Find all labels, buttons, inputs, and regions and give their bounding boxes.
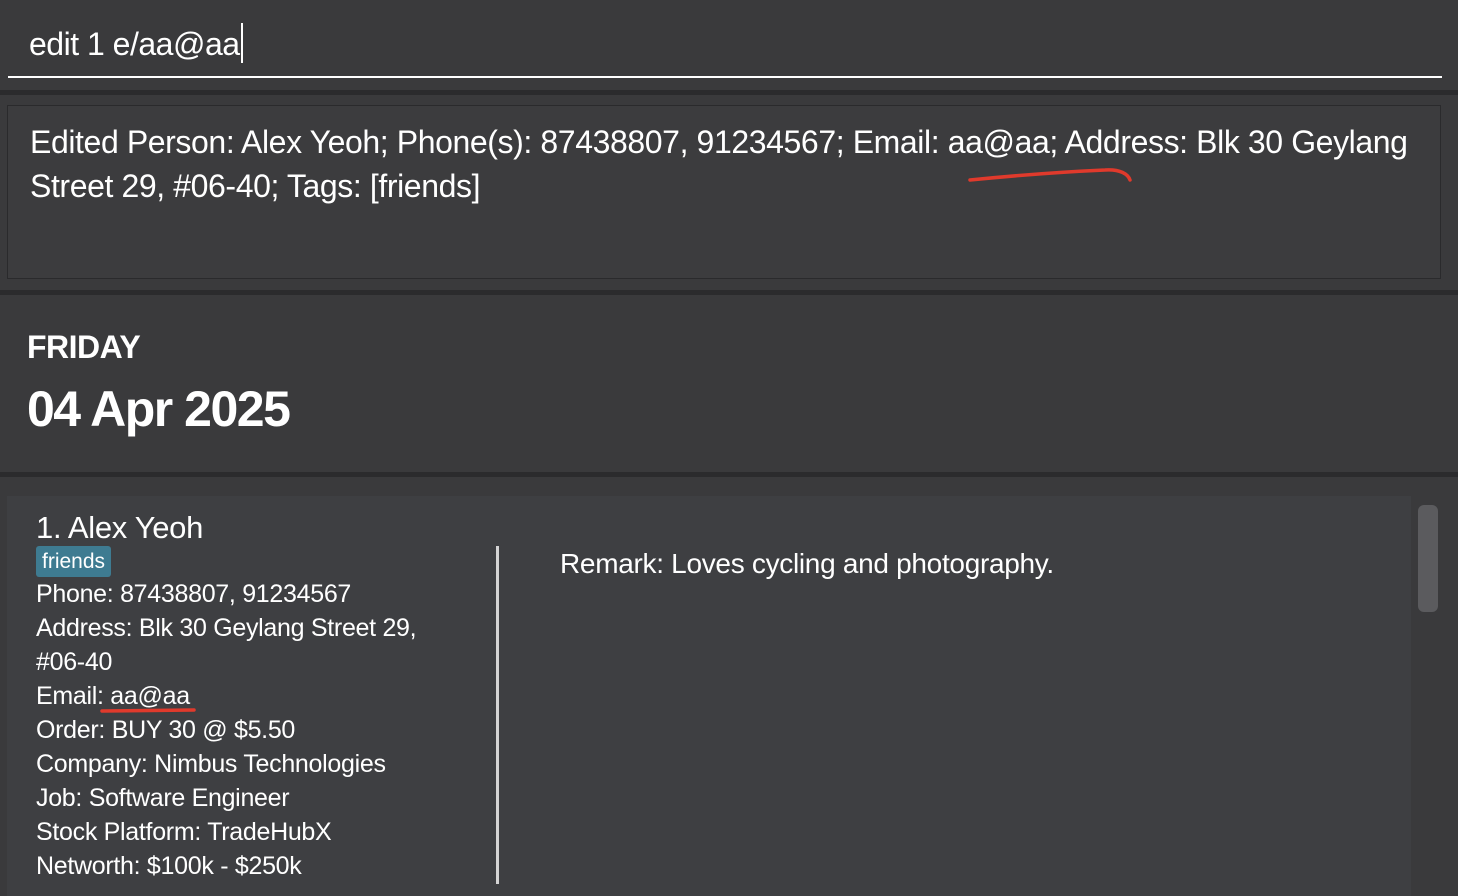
person-job: Job: Software Engineer [36,784,290,812]
person-name: 1. Alex Yeoh [36,510,204,545]
person-networth: Networth: $100k - $250k [36,852,302,880]
result-message: Edited Person: Alex Yeoh; Phone(s): 8743… [30,124,1408,204]
date-panel: FRIDAY 04 Apr 2025 [0,295,1458,472]
person-card[interactable]: 1. Alex Yeoh friends Phone: 87438807, 91… [7,496,1411,896]
person-stock-platform: Stock Platform: TradeHubX [36,818,332,846]
current-date: 04 Apr 2025 [27,381,291,437]
address-book-window: edit 1 e/aa@aa Edited Person: Alex Yeoh;… [0,0,1458,896]
result-display: Edited Person: Alex Yeoh; Phone(s): 8743… [7,105,1441,279]
person-company: Company: Nimbus Technologies [36,750,386,778]
tag-badge: friends [36,546,112,577]
person-remark: Remark: Loves cycling and photography. [560,548,1054,579]
person-address: Address: Blk 30 Geylang Street 29, [36,614,417,642]
person-email: Email: aa@aa [36,682,190,710]
scrollbar-thumb[interactable] [1418,505,1438,612]
command-input-text: edit 1 e/aa@aa [29,26,240,62]
person-list: 1. Alex Yeoh friends Phone: 87438807, 91… [0,477,1458,896]
text-caret [240,23,243,63]
command-box: edit 1 e/aa@aa [0,0,1458,90]
day-of-week: FRIDAY [27,329,141,365]
person-phone: Phone: 87438807, 91234567 [36,580,352,608]
person-address-cont: #06-40 [36,648,113,676]
command-input[interactable]: edit 1 e/aa@aa [8,0,1442,78]
result-display-panel: Edited Person: Alex Yeoh; Phone(s): 8743… [0,95,1458,290]
person-order: Order: BUY 30 @ $5.50 [36,716,296,744]
card-divider [496,546,499,884]
